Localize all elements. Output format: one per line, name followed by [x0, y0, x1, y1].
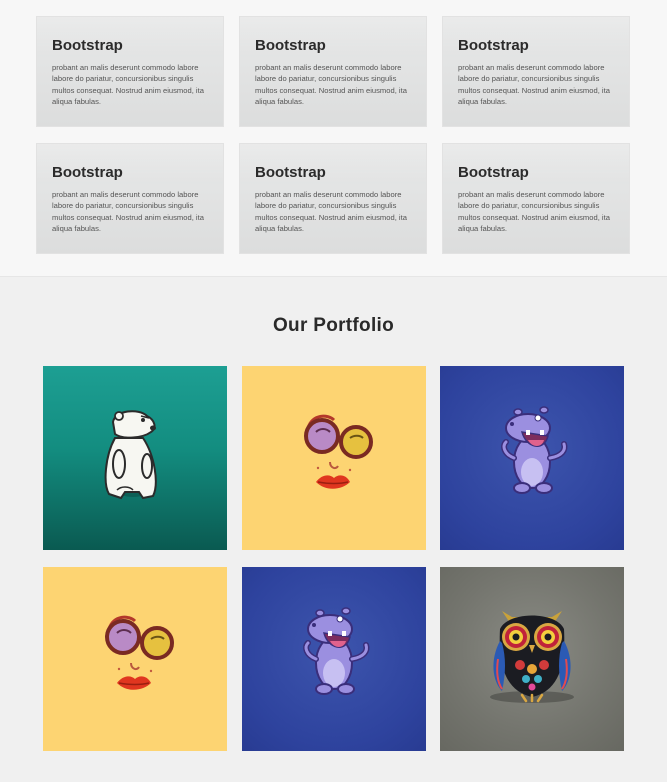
- feature-text: probant an malis deserunt commodo labore…: [52, 63, 204, 106]
- feature-card: Bootstrap probant an malis deserunt comm…: [442, 16, 630, 127]
- feature-card: Bootstrap probant an malis deserunt comm…: [442, 143, 630, 254]
- polar-bear-icon: [104, 410, 157, 500]
- hippo-icon: [303, 607, 370, 695]
- owl-icon: [490, 611, 574, 703]
- portfolio-title: Our Portfolio: [272, 315, 395, 336]
- portfolio-item[interactable]: [43, 366, 227, 550]
- hippo-icon: [501, 406, 568, 494]
- feature-card: Bootstrap probant an malis deserunt comm…: [239, 143, 427, 254]
- feature-text: probant an malis deserunt commodo labore…: [255, 63, 407, 106]
- feature-text: probant an malis deserunt commodo labore…: [52, 190, 204, 233]
- feature-text: probant an malis deserunt commodo labore…: [458, 190, 610, 233]
- portfolio-item[interactable]: [43, 567, 227, 751]
- feature-title: Bootstrap: [255, 164, 326, 181]
- feature-title: Bootstrap: [458, 37, 529, 54]
- feature-card: Bootstrap probant an malis deserunt comm…: [239, 16, 427, 127]
- portfolio-item[interactable]: [242, 366, 426, 550]
- feature-title: Bootstrap: [255, 37, 326, 54]
- feature-card: Bootstrap probant an malis deserunt comm…: [36, 16, 224, 127]
- glasses-lips-icon: [304, 414, 373, 489]
- features-section: Bootstrap probant an malis deserunt comm…: [0, 0, 667, 277]
- portfolio-section: Our Portfolio: [0, 278, 667, 782]
- portfolio-item[interactable]: [440, 567, 624, 751]
- portfolio-item[interactable]: [242, 567, 426, 751]
- glasses-lips-icon: [105, 615, 174, 690]
- feature-text: probant an malis deserunt commodo labore…: [255, 190, 407, 233]
- feature-title: Bootstrap: [458, 164, 529, 181]
- feature-text: probant an malis deserunt commodo labore…: [458, 63, 610, 106]
- feature-title: Bootstrap: [52, 164, 123, 181]
- portfolio-item[interactable]: [440, 366, 624, 550]
- feature-title: Bootstrap: [52, 37, 123, 54]
- feature-card: Bootstrap probant an malis deserunt comm…: [36, 143, 224, 254]
